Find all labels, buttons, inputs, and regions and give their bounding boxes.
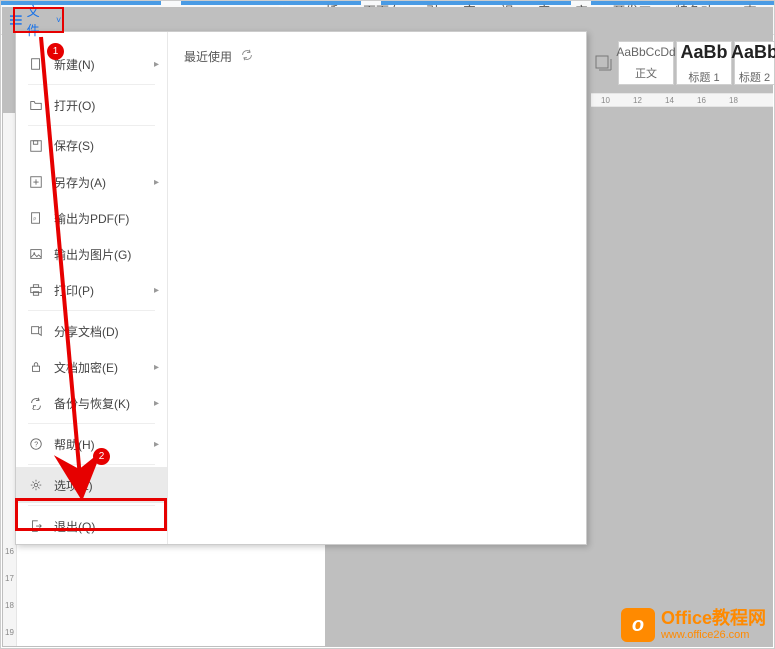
file-menu-button[interactable]: 文件 ˅: [1, 6, 69, 33]
horizontal-ruler: 10 12 14 16 18: [591, 93, 773, 107]
callout-2: 2: [93, 448, 110, 465]
menu-save[interactable]: 保存(S): [16, 128, 167, 164]
lock-icon: [28, 359, 44, 375]
menu-encrypt[interactable]: 文档加密(E) ▸: [16, 349, 167, 385]
file-menu-content: 最近使用: [168, 32, 586, 544]
svg-text:?: ?: [34, 442, 38, 449]
backup-icon: [28, 395, 44, 411]
menu-exportimg[interactable]: 输出为图片(G): [16, 236, 167, 272]
file-menu-panel: 新建(N) ▸ 打开(O) 保存(S) 另存为(A) ▸ P 输出为PDF(F)…: [15, 31, 587, 545]
style-heading2[interactable]: AaBb 标题 2: [734, 41, 774, 85]
new-icon: [28, 56, 44, 72]
chevron-right-icon: ▸: [154, 398, 159, 409]
new-style-button[interactable]: [590, 53, 616, 73]
menu-new[interactable]: 新建(N) ▸: [16, 46, 167, 82]
refresh-icon[interactable]: [240, 48, 254, 65]
help-icon: ?: [28, 436, 44, 452]
menu-print[interactable]: 打印(P) ▸: [16, 272, 167, 308]
new-style-icon: [593, 53, 613, 73]
exit-icon: [28, 518, 44, 534]
pdf-icon: P: [28, 210, 44, 226]
menu-options[interactable]: 选项(L): [16, 467, 167, 503]
chevron-right-icon: ▸: [154, 177, 159, 188]
share-icon: [28, 323, 44, 339]
menu-share[interactable]: 分享文档(D): [16, 313, 167, 349]
watermark-logo-icon: o: [621, 608, 655, 642]
svg-text:P: P: [33, 217, 36, 222]
chevron-right-icon: ▸: [154, 362, 159, 373]
save-icon: [28, 138, 44, 154]
chevron-down-icon: ˅: [56, 15, 61, 25]
style-heading1[interactable]: AaBb 标题 1: [676, 41, 732, 85]
callout-1: 1: [47, 43, 64, 60]
menu-open[interactable]: 打开(O): [16, 87, 167, 123]
menu-saveas[interactable]: 另存为(A) ▸: [16, 164, 167, 200]
chevron-right-icon: ▸: [154, 59, 159, 70]
saveas-icon: [28, 174, 44, 190]
watermark: o Office教程网 www.office26.com: [621, 608, 766, 642]
menu-backup[interactable]: 备份与恢复(K) ▸: [16, 385, 167, 421]
gear-icon: [28, 477, 44, 493]
image-icon: [28, 246, 44, 262]
recent-label: 最近使用: [184, 48, 232, 65]
folder-icon: [28, 97, 44, 113]
menu-exportpdf[interactable]: P 输出为PDF(F): [16, 200, 167, 236]
chevron-right-icon: ▸: [154, 439, 159, 450]
print-icon: [28, 282, 44, 298]
menu-help[interactable]: ? 帮助(H) ▸: [16, 426, 167, 462]
file-menu-list: 新建(N) ▸ 打开(O) 保存(S) 另存为(A) ▸ P 输出为PDF(F)…: [16, 32, 168, 544]
menu-exit[interactable]: 退出(Q): [16, 508, 167, 544]
file-label: 文件: [27, 1, 52, 39]
chevron-right-icon: ▸: [154, 285, 159, 296]
styles-gallery: AaBbCcDd 正文 AaBb 标题 1 AaBb 标题 2: [590, 41, 774, 85]
menu-icon: [9, 14, 23, 26]
style-normal[interactable]: AaBbCcDd 正文: [618, 41, 674, 85]
